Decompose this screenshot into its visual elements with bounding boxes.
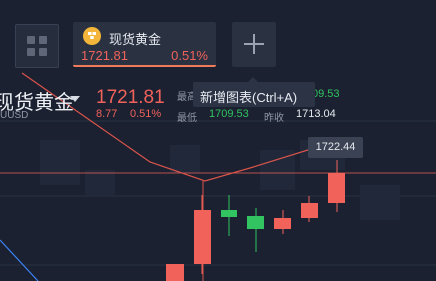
symbol-code: UUSD: [0, 110, 29, 121]
map-watermark: [360, 185, 400, 220]
chevron-down-icon[interactable]: [70, 96, 80, 102]
candle-up: [328, 173, 345, 203]
candle-down: [247, 216, 264, 229]
moving-average-line-blue: [0, 239, 39, 281]
candle-down: [221, 210, 237, 217]
map-watermark: [85, 170, 115, 195]
candlestick-chart[interactable]: [0, 0, 436, 281]
tooltip-arrow: [248, 77, 258, 82]
map-watermark: [170, 145, 200, 173]
price-change: 8.77: [96, 108, 118, 120]
low-label: 最低: [177, 113, 197, 124]
last-price-tag: 1722.44: [308, 137, 363, 158]
add-chart-tooltip: 新增图表(Ctrl+A): [193, 77, 315, 107]
prev-close-label: 昨收: [264, 113, 284, 124]
candle-up: [166, 264, 184, 281]
high-value: 09.53: [312, 88, 340, 100]
candle-up: [274, 218, 291, 229]
prev-close-value: 1713.04: [296, 108, 336, 120]
last-price: 1721.81: [96, 87, 165, 108]
map-watermark: [40, 140, 80, 185]
candle-up: [301, 203, 318, 218]
price-change-percent: 0.51%: [130, 108, 162, 120]
candle-up: [194, 210, 211, 264]
low-value: 1709.53: [209, 108, 249, 120]
tooltip-text: 新增图表(Ctrl+A): [200, 90, 298, 105]
